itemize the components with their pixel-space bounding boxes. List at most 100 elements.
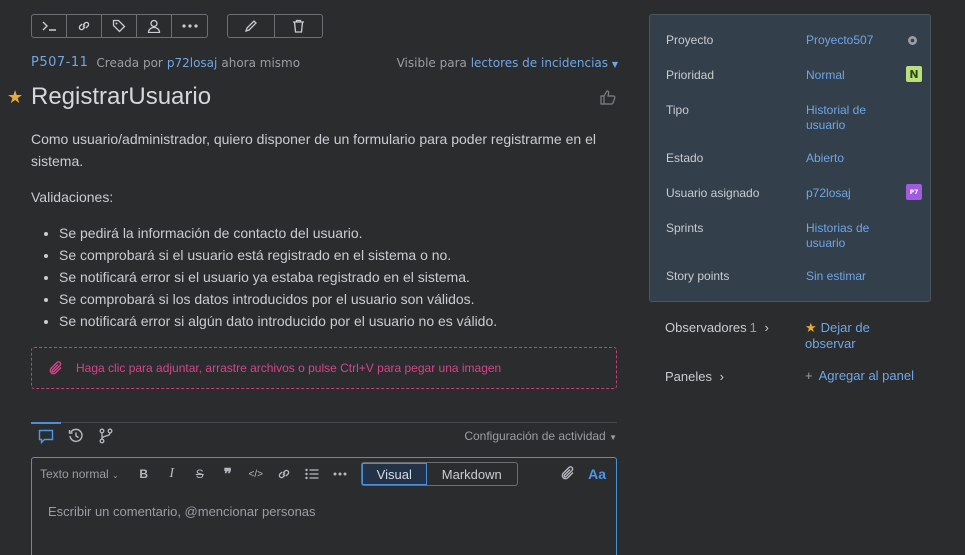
panels-label: Paneles: [665, 369, 712, 384]
field-label-assignee: Usuario asignado: [666, 186, 760, 200]
activity-config-label: Configuración de actividad: [464, 428, 606, 443]
list-item: Se comprobará si los datos introducidos …: [59, 288, 621, 310]
chevron-down-icon: ▼: [611, 59, 618, 69]
field-label-sprints: Sprints: [666, 221, 704, 235]
created-time: ahora mismo: [221, 55, 301, 70]
validation-list: Se pedirá la información de contacto del…: [59, 222, 621, 332]
branch-icon: [99, 428, 113, 443]
add-to-panel-label: Agregar al panel: [818, 368, 914, 383]
list-item: Se comprobará si el usuario está registr…: [59, 244, 621, 266]
more-button[interactable]: [172, 15, 207, 37]
observers-toggle[interactable]: Observadores 1 ›: [665, 320, 769, 335]
link-icon: [78, 21, 90, 31]
more-icon[interactable]: [327, 472, 353, 476]
user-icon: [147, 19, 161, 33]
description-paragraph: Validaciones:: [31, 189, 114, 205]
avatar: P7: [906, 184, 922, 200]
chevron-right-icon: ›: [719, 369, 724, 384]
strikethrough-icon[interactable]: S: [187, 467, 213, 481]
bold-icon[interactable]: B: [131, 467, 157, 481]
field-label-priority: Prioridad: [666, 68, 715, 82]
comment-input[interactable]: Escribir un comentario, @mencionar perso…: [32, 490, 616, 533]
trash-icon: [293, 19, 304, 33]
author-link[interactable]: p72losaj: [167, 56, 218, 70]
issue-toolbar: [31, 14, 323, 38]
quote-icon[interactable]: ❞: [215, 465, 241, 483]
issue-title[interactable]: RegistrarUsuario: [31, 83, 211, 111]
field-label-type: Tipo: [666, 103, 689, 117]
editor-mode-toggle: Visual Markdown: [360, 462, 518, 486]
toolbar-group-actions: [31, 14, 208, 38]
observers-count: 1: [749, 320, 757, 335]
visibility-selector[interactable]: Visible para lectores de incidencias ▼: [397, 56, 618, 70]
field-value-sprints[interactable]: Historias de usuario: [806, 221, 901, 251]
list-item: Se notificará error si algún dato introd…: [59, 310, 621, 332]
field-label-story-points: Story points: [666, 269, 730, 283]
issue-fields-panel: Proyecto Proyecto507 Prioridad Normal N …: [649, 14, 931, 302]
text-style-value: Texto normal: [40, 467, 109, 481]
created-by-label: Creada por: [96, 55, 163, 70]
star-icon: ★: [805, 320, 817, 335]
chevron-right-icon: ›: [764, 320, 769, 335]
field-value-project[interactable]: Proyecto507: [806, 33, 901, 48]
panels-toggle[interactable]: Paneles ›: [665, 369, 724, 384]
delete-button[interactable]: [275, 15, 322, 37]
tab-comments[interactable]: [31, 422, 61, 448]
priority-badge: N: [906, 66, 922, 82]
link-button[interactable]: [67, 15, 102, 37]
assign-user-button[interactable]: [137, 15, 172, 37]
description-paragraph: Como usuario/administrador, quiero dispo…: [31, 131, 596, 169]
unwatch-button[interactable]: ★ Dejar de observar: [805, 320, 915, 352]
bullet-list-icon[interactable]: [299, 468, 325, 480]
pencil-icon: [244, 20, 257, 33]
issue-meta: P507-11 Creada por p72losaj ahora mismo …: [31, 55, 618, 70]
attachment-hint: Haga clic para adjuntar, arrastre archiv…: [76, 361, 502, 375]
field-value-assignee[interactable]: p72losaj: [806, 186, 901, 201]
issue-key[interactable]: P507-11: [31, 55, 88, 70]
code-icon[interactable]: </>: [243, 469, 269, 480]
field-value-status[interactable]: Abierto: [806, 151, 901, 166]
comment-editor: Texto normal ⌄ B I S ❞ </> Visual Markdo…: [31, 457, 617, 555]
attachment-dropzone[interactable]: Haga clic para adjuntar, arrastre archiv…: [31, 347, 617, 389]
paperclip-icon[interactable]: [560, 465, 576, 484]
tab-history[interactable]: [61, 423, 91, 449]
text-style-select[interactable]: Texto normal ⌄: [40, 467, 119, 481]
observers-label: Observadores: [665, 320, 747, 335]
link-icon[interactable]: [271, 467, 297, 481]
activity-tabs: Configuración de actividad ▼: [31, 422, 617, 448]
editor-toolbar: Texto normal ⌄ B I S ❞ </> Visual Markdo…: [32, 458, 616, 490]
font-toggle-button[interactable]: Aa: [588, 466, 606, 482]
activity-config-dropdown[interactable]: Configuración de actividad ▼: [464, 429, 617, 443]
mode-visual-button[interactable]: Visual: [361, 463, 427, 485]
more-icon: [181, 24, 198, 28]
field-value-story-points[interactable]: Sin estimar: [806, 269, 901, 284]
tab-branches[interactable]: [91, 423, 121, 449]
chevron-down-icon: ⌄: [112, 471, 119, 480]
add-to-panel-button[interactable]: + Agregar al panel: [805, 368, 915, 384]
field-label-status: Estado: [666, 151, 704, 165]
visibility-label: Visible para: [396, 55, 467, 70]
italic-icon[interactable]: I: [159, 466, 185, 482]
comment-icon: [38, 429, 54, 444]
list-item: Se pedirá la información de contacto del…: [59, 222, 621, 244]
thumbs-up-icon[interactable]: [600, 90, 616, 109]
gear-icon[interactable]: [906, 32, 919, 51]
label-button[interactable]: [102, 15, 137, 37]
field-value-priority[interactable]: Normal: [806, 68, 901, 83]
issue-description[interactable]: Como usuario/administrador, quiero dispo…: [31, 128, 621, 332]
paperclip-icon: [48, 360, 64, 376]
mode-markdown-button[interactable]: Markdown: [427, 463, 517, 485]
visibility-target[interactable]: lectores de incidencias: [471, 56, 608, 70]
field-value-type[interactable]: Historial de usuario: [806, 103, 901, 133]
plus-icon: +: [805, 368, 813, 383]
terminal-button[interactable]: [32, 15, 67, 37]
edit-button[interactable]: [228, 15, 275, 37]
editor-right-tools: Aa: [560, 465, 616, 484]
chevron-down-icon: ▼: [609, 432, 617, 442]
tag-icon: [112, 19, 126, 33]
toolbar-group-edit: [227, 14, 323, 38]
field-label-project: Proyecto: [666, 33, 714, 47]
star-icon[interactable]: ★: [7, 87, 23, 108]
list-item: Se notificará error si el usuario ya est…: [59, 266, 621, 288]
history-icon: [68, 428, 83, 442]
